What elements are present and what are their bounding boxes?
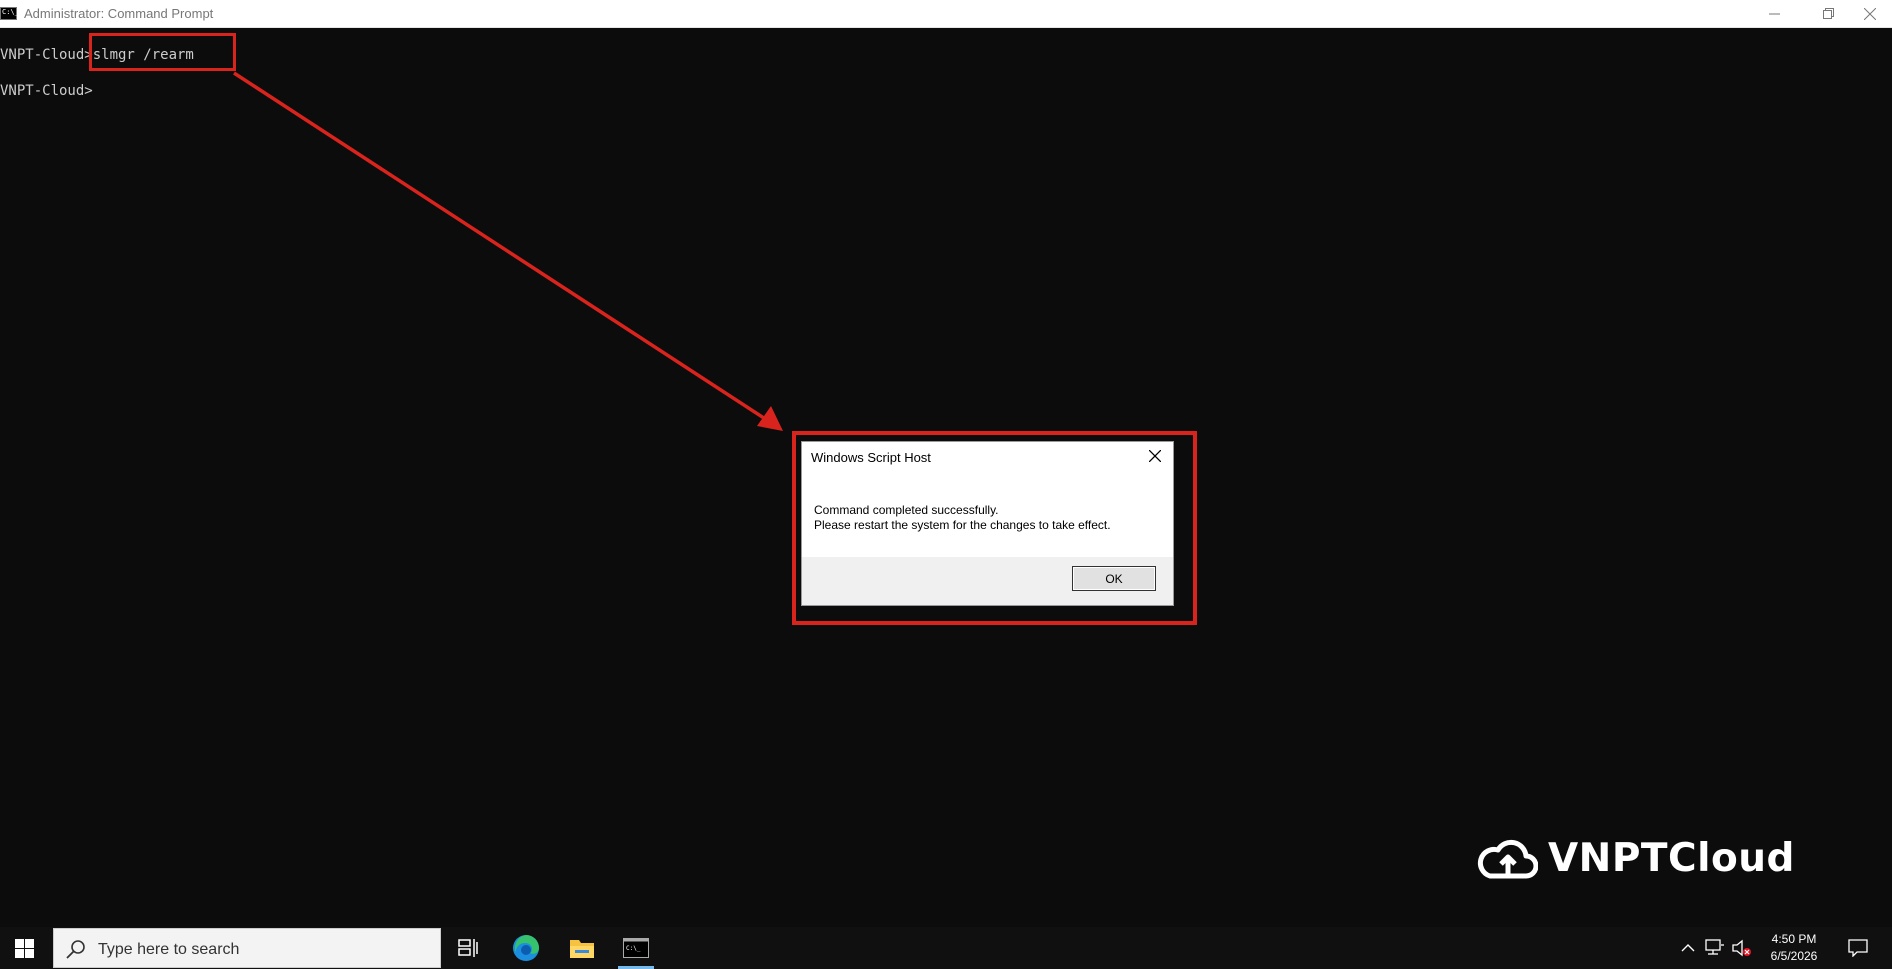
file-explorer-icon [570,940,594,958]
volume-button[interactable] [1730,927,1754,969]
network-icon [1705,939,1724,955]
clock-time: 4:50 PM [1771,932,1817,946]
taskbar-search-box[interactable]: Type here to search [53,928,441,968]
ok-button[interactable]: OK [1072,566,1156,591]
dialog-message: Command completed successfully. Please r… [814,503,1111,533]
search-icon [66,940,85,959]
edge-button[interactable] [502,927,550,969]
network-button[interactable] [1702,927,1728,969]
windows-script-host-dialog: Windows Script Host Command completed su… [801,441,1174,606]
command-prompt-icon: C:\_ [623,938,649,958]
chevron-up-icon [1681,944,1695,952]
task-view-icon [458,939,478,957]
speaker-muted-icon [1732,939,1751,957]
dialog-close-button[interactable] [1145,446,1165,466]
clock-date: 6/5/2026 [1770,949,1818,963]
show-hidden-icons-button[interactable] [1676,927,1700,969]
close-icon [1149,450,1161,462]
dialog-message-line-2: Please restart the system for the change… [814,518,1111,532]
dialog-footer: OK [802,557,1173,605]
notification-icon [1848,939,1868,957]
taskbar-clock[interactable]: 4:50 PM 6/5/2026 [1752,927,1836,969]
brand-name: VNPTCloud [1548,836,1795,881]
notification-center-button[interactable] [1838,927,1878,969]
search-placeholder: Type here to search [98,941,240,958]
taskbar: Type here to search C:\_ 4:50 PM 6/5/202… [0,927,1892,969]
svg-text:C:\_: C:\_ [626,945,641,952]
dialog-message-line-1: Command completed successfully. [814,503,999,517]
start-button[interactable] [0,927,48,969]
file-explorer-button[interactable] [558,927,606,969]
vnptcloud-logo: VNPTCloud [1476,836,1795,881]
windows-start-icon [14,938,34,958]
task-view-button[interactable] [444,927,492,969]
cloud-upload-icon [1477,839,1538,878]
command-prompt-taskbar-button[interactable]: C:\_ [612,927,660,969]
dialog-title: Windows Script Host [811,450,931,465]
edge-icon [513,935,539,961]
